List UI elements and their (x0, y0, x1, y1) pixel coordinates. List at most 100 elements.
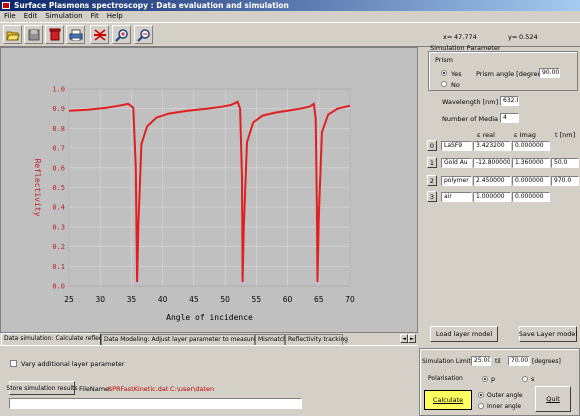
save-button[interactable] (24, 25, 43, 44)
y-tick-label: 0.7 (52, 145, 65, 153)
zoom-reset-button[interactable] (134, 25, 153, 44)
layer-1-thickness[interactable]: 50.0 (551, 158, 579, 168)
save-disk-icon (28, 29, 39, 40)
load-layer-model-button[interactable]: Load layer model (430, 326, 498, 342)
outer-angle-label: Outer angle (487, 392, 523, 399)
layer-3-button[interactable]: 3 (427, 191, 437, 202)
menu-help[interactable]: Help (103, 11, 127, 22)
plot-area[interactable]: 0.0 0.1 0.2 0.3 0.4 0.5 0.6 0.7 0.8 0.9 1.0 25 30 35 4… (0, 47, 418, 333)
y-tick-label: 0.4 (52, 204, 65, 212)
prism-yes-radio[interactable] (441, 70, 447, 76)
media-count-input[interactable]: 4 (500, 113, 519, 123)
vary-parameter-checkbox[interactable] (10, 360, 17, 367)
y-tick-label: 1.0 (52, 86, 65, 94)
y-tick-label: 0.3 (52, 223, 65, 231)
sim-limit-to-input[interactable]: 70.00 (508, 356, 530, 366)
x-axis-label: Angle of incidence (166, 313, 253, 322)
y-tick-label: 0.0 (52, 283, 65, 291)
layer-stack-icon (93, 28, 106, 41)
inner-angle-label: Inner angle (487, 403, 522, 410)
window-titlebar: Surface Plasmons spectroscopy : Data eva… (0, 0, 580, 11)
layer-1-button[interactable]: 1 (427, 157, 437, 168)
col-e-imag: ε Imag (514, 131, 536, 139)
coord-x-label: x= (443, 33, 453, 41)
menu-fit[interactable]: Fit (87, 11, 103, 22)
layer-2-name[interactable]: polymer (441, 176, 472, 186)
y-axis-label: Reflectivity (33, 159, 42, 217)
calculate-button[interactable]: Calculate (424, 390, 472, 410)
quit-button[interactable]: Quit (535, 386, 571, 412)
layer-3-e-real[interactable]: 1.000000 (473, 192, 511, 202)
sim-limits-label: Simulation Limits (422, 358, 474, 365)
layer-3-e-imag[interactable]: 0.000000 (512, 192, 550, 202)
polarisation-label: Polarisation (428, 375, 463, 382)
zoom-reset-icon (136, 28, 150, 42)
prism-angle-input[interactable]: 90.00 (539, 68, 560, 78)
quit-label: Quit (546, 395, 560, 403)
layer-2-button[interactable]: 2 (427, 175, 437, 186)
app-icon (2, 2, 10, 9)
store-results-button[interactable]: Store simulation results (6, 381, 78, 395)
results-filename-input[interactable] (9, 398, 302, 409)
polarisation-p-radio[interactable] (482, 376, 488, 382)
coord-y-label: y= (508, 33, 518, 41)
tab-mismatch[interactable]: Mismatch (255, 334, 287, 345)
zoom-in-button[interactable] (112, 25, 131, 44)
menu-file[interactable]: File (0, 11, 20, 22)
inner-angle-radio[interactable] (478, 403, 484, 409)
prism-yes-label: Yes (451, 70, 462, 78)
menu-simulation[interactable]: Simulation (41, 11, 86, 22)
layer-1-name[interactable]: Gold Au (441, 158, 472, 168)
print-button[interactable] (66, 25, 85, 44)
tab-bar: Data simulation: Calculate reflectivity … (0, 333, 418, 345)
layer-0-button[interactable]: 0 (427, 140, 437, 151)
tab-scroll-left-button[interactable]: ◄ (400, 334, 408, 343)
layer-2-e-real[interactable]: 2.450000 (473, 176, 511, 186)
media-count-label: Number of Media (442, 115, 499, 123)
reflectivity-chart[interactable]: 0.0 0.1 0.2 0.3 0.4 0.5 0.6 0.7 0.8 0.9 1.0 25 30 35 4… (1, 48, 417, 332)
prism-title: Prism (435, 56, 454, 64)
polarisation-s-label: s (531, 375, 535, 383)
layer-0-name[interactable]: LaSF9 (441, 141, 472, 151)
layer-3-name[interactable]: air (441, 192, 472, 202)
prism-no-radio[interactable] (441, 81, 447, 87)
simulation-tab-panel: Vary additional layer parameter Store si… (0, 345, 418, 416)
x-tick-label: 50 (220, 295, 230, 304)
layer-0-e-imag[interactable]: 0.000000 (512, 141, 550, 151)
filename-value: SPRFastKinetic.dat (108, 385, 169, 393)
x-tick-label: 45 (189, 295, 199, 304)
print-icon (69, 29, 82, 41)
menu-edit[interactable]: Edit (20, 11, 42, 22)
x-tick-label: 30 (95, 295, 105, 304)
tab-reflectivity-tracking[interactable]: Reflectivity tracking (285, 334, 348, 345)
sim-limit-from-input[interactable]: 25.00 (471, 356, 491, 366)
til-label: til (495, 358, 501, 365)
calculate-label: Calculate (432, 396, 464, 404)
tab-scroll-right-button[interactable]: ► (408, 334, 416, 343)
tab-data-modeling[interactable]: Data Modeling: Adjust layer parameter to… (101, 334, 276, 345)
layer-button[interactable] (90, 25, 109, 44)
path-value: C:\user\daten (170, 385, 215, 393)
save-layer-model-button[interactable]: Save Layer model (519, 326, 577, 342)
y-tick-label: 0.9 (52, 105, 65, 113)
degrees-unit: [degrees] (532, 358, 561, 365)
outer-angle-radio[interactable] (478, 392, 484, 398)
window-title: Surface Plasmons spectroscopy : Data eva… (14, 1, 289, 10)
layer-2-e-imag[interactable]: 0.000000 (512, 176, 550, 186)
coord-y-value: 0.524 (519, 33, 538, 41)
y-tick-label: 0.5 (52, 184, 65, 192)
open-button[interactable] (3, 25, 22, 44)
tab-data-simulation[interactable]: Data simulation: Calculate reflectivity (1, 333, 117, 345)
polarisation-s-radio[interactable] (522, 376, 528, 382)
wavelength-input[interactable]: 632.8 (500, 96, 519, 106)
delete-button[interactable] (45, 25, 64, 44)
x-tick-label: 35 (127, 295, 137, 304)
filename-label: FileName: (79, 385, 112, 393)
layer-1-e-imag[interactable]: 1.360000 (512, 158, 550, 168)
layer-0-e-real[interactable]: 3.423200 (473, 141, 511, 151)
col-thickness: t [nm] (555, 131, 576, 139)
layer-1-e-real[interactable]: -12.800000 (473, 158, 511, 168)
y-tick-label: 0.2 (52, 243, 65, 251)
polarisation-p-label: p (491, 375, 496, 383)
layer-2-thickness[interactable]: 970.0 (551, 176, 579, 186)
